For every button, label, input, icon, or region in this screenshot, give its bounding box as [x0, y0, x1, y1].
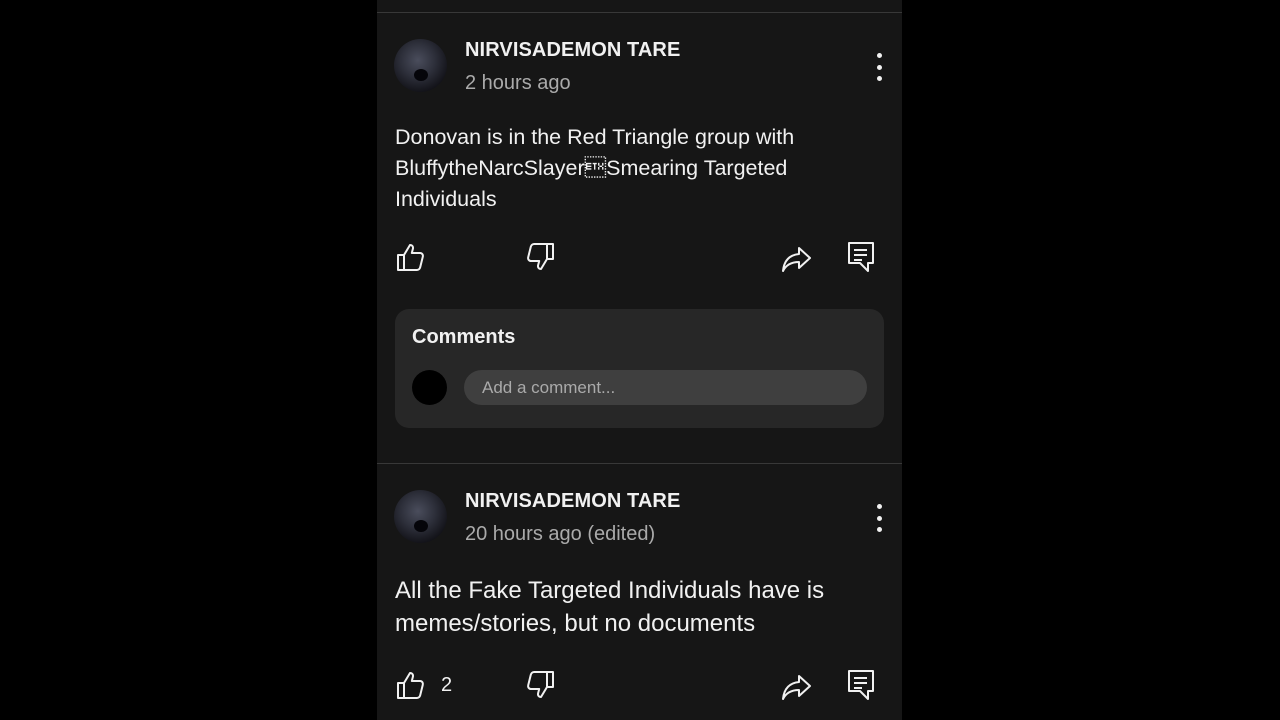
post-text: All the Fake Targeted Individuals have i… [395, 577, 825, 637]
feed-panel: NIRVISADEMON TARE 2 hours ago Donovan is… [377, 0, 902, 720]
thumbs-up-icon[interactable] [394, 668, 428, 702]
comment-icon[interactable] [844, 668, 878, 702]
like-count: 2 [441, 674, 453, 696]
thumbs-down-icon[interactable] [523, 668, 557, 702]
author-avatar[interactable] [394, 490, 447, 543]
share-icon[interactable] [780, 670, 814, 704]
more-vert-icon[interactable] [867, 504, 891, 532]
author-name[interactable]: NIRVISADEMON TARE [465, 490, 680, 513]
post-timestamp: 20 hours ago (edited) [465, 523, 656, 545]
community-post: NIRVISADEMON TARE 20 hours ago (edited) … [377, 0, 902, 720]
